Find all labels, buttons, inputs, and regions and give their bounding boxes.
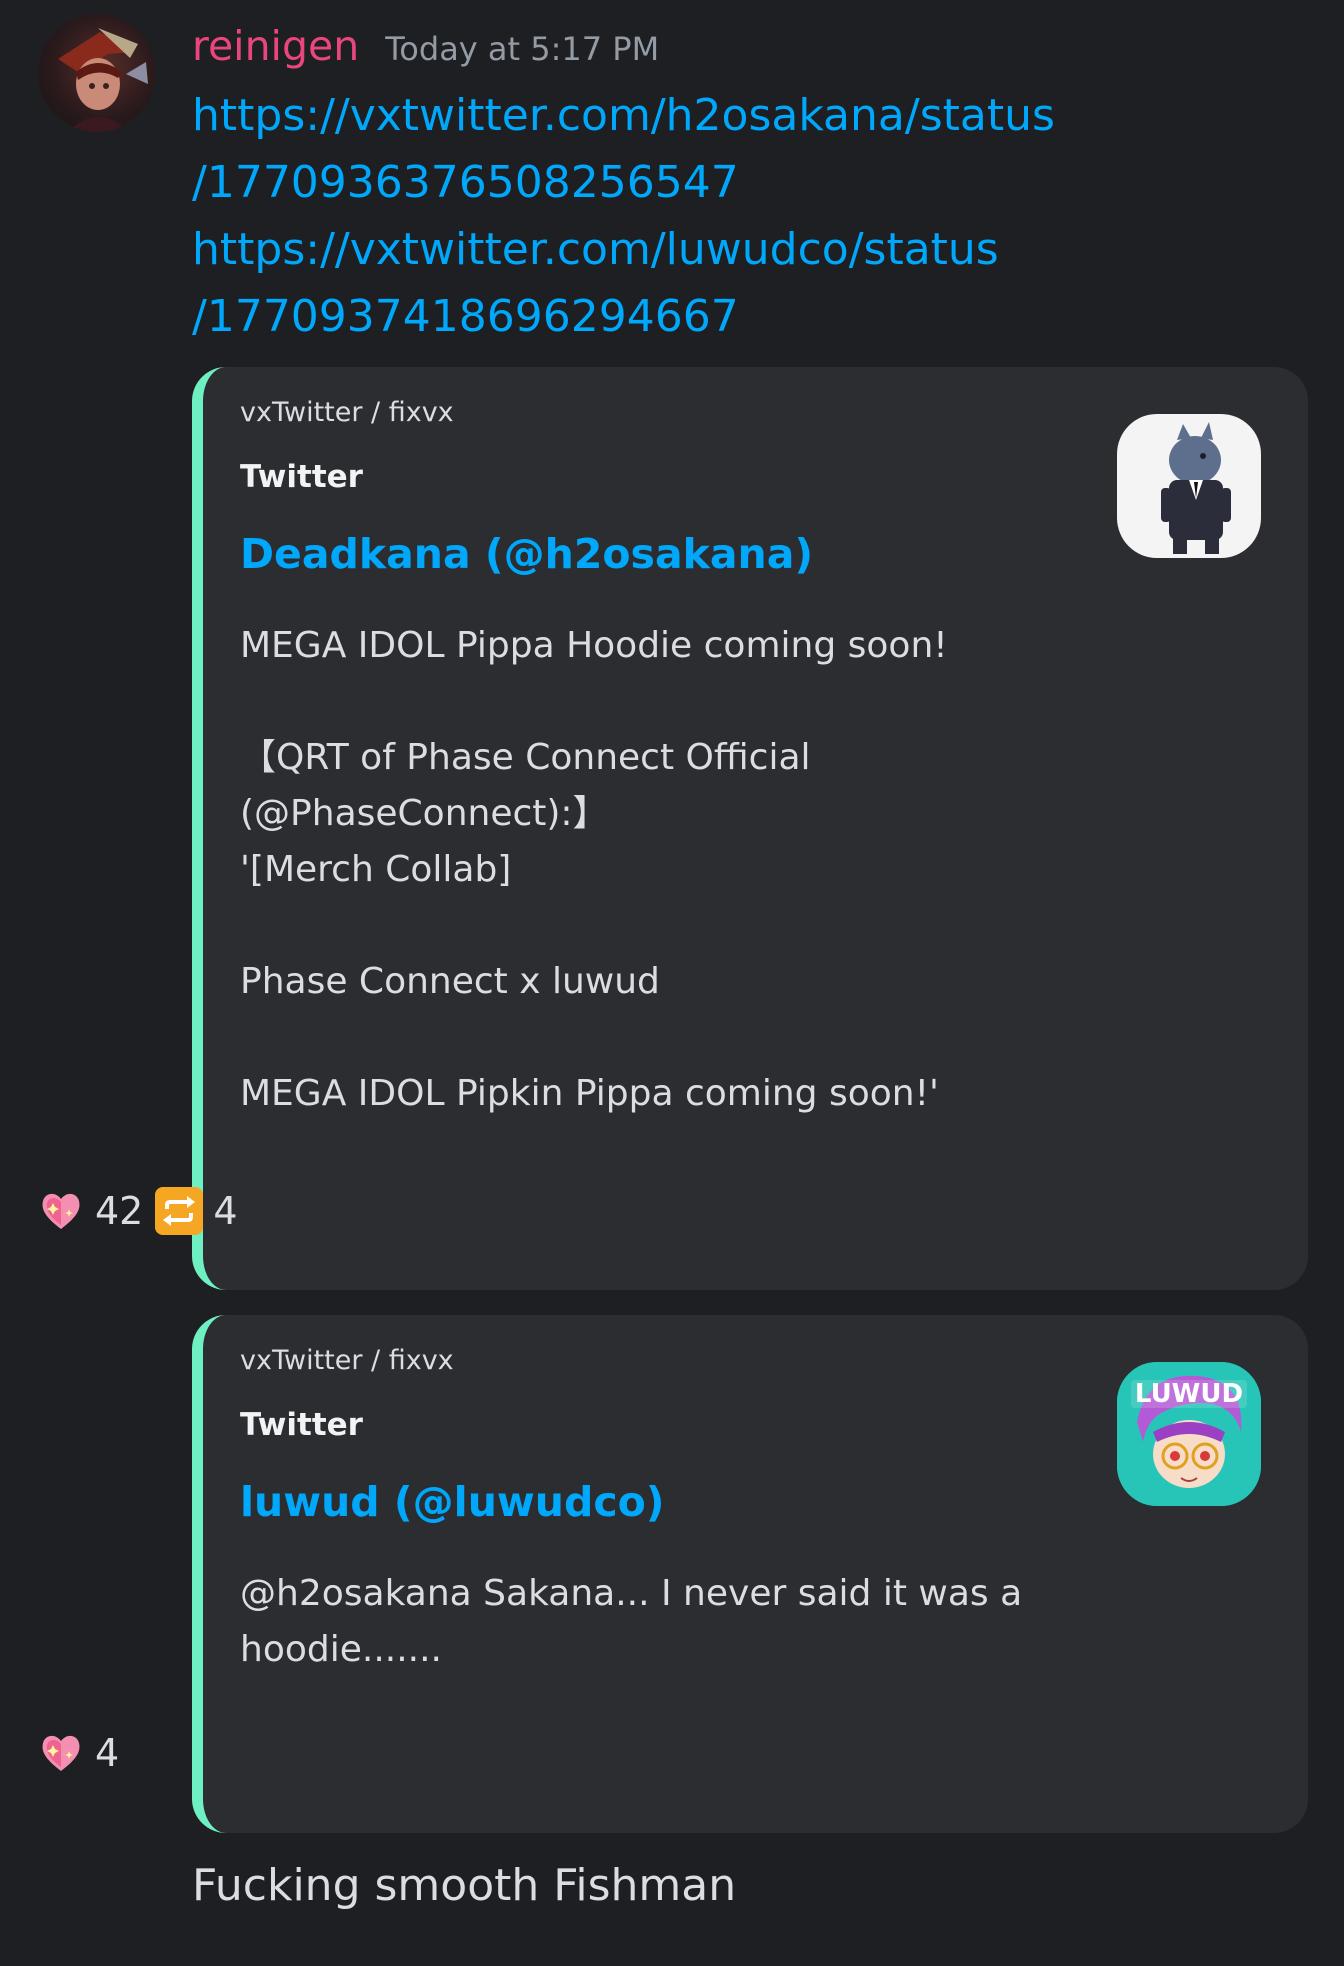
embed-line-6: MEGA IDOL Pipkin Pippa coming soon!': [240, 1073, 939, 1114]
embed-line-5: Phase Connect x luwud: [240, 961, 660, 1002]
timestamp[interactable]: Today at 5:17 PM: [385, 30, 659, 68]
embed-stats-2: 4: [37, 1729, 119, 1777]
message-header: reinigen Today at 5:17 PM: [192, 22, 659, 78]
embed-description: MEGA IDOL Pippa Hoodie coming soon! 【QRT…: [240, 618, 1140, 1122]
user-avatar[interactable]: [38, 14, 156, 132]
embed-blank-line: [240, 898, 1140, 954]
likes-count: 42: [95, 1189, 144, 1233]
embed-blank-line: [240, 674, 1140, 730]
embed-author[interactable]: Deadkana (@h2osakana): [240, 530, 813, 578]
sparkling-heart-icon: [42, 1735, 80, 1771]
embed-site: Twitter: [240, 459, 363, 495]
embed-line-4: '[Merch Collab]: [240, 849, 512, 890]
retweet-icon: [155, 1187, 204, 1235]
link-line-1[interactable]: https://vxtwitter.com/h2osakana/status: [192, 82, 1312, 149]
message-links: https://vxtwitter.com/h2osakana/status /…: [192, 82, 1312, 350]
link-line-3[interactable]: https://vxtwitter.com/luwudco/status: [192, 216, 1312, 283]
avatar-image: [58, 28, 148, 132]
username[interactable]: reinigen: [192, 22, 359, 70]
embed-line-1: @h2osakana Sakana... I never said it was…: [240, 1573, 1023, 1614]
embed-blank-line: [240, 1010, 1140, 1066]
embed-description: @h2osakana Sakana... I never said it was…: [240, 1566, 1140, 1678]
retweets-count: 4: [213, 1189, 238, 1233]
twitter-embed-2: vxTwitter / fixvx Twitter luwud (@luwudc…: [192, 1315, 1308, 1833]
link-line-2[interactable]: /1770936376508256547: [192, 149, 1312, 216]
embed-thumbnail[interactable]: LUWUD: [1117, 1362, 1261, 1506]
embed-line-1: MEGA IDOL Pippa Hoodie coming soon!: [240, 625, 948, 666]
likes-count: 4: [95, 1731, 120, 1775]
embed-thumbnail[interactable]: [1117, 414, 1261, 558]
luwud-avatar-image: LUWUD: [1117, 1362, 1261, 1506]
embed-line-2: 【QRT of Phase Connect Official: [240, 737, 811, 778]
sparkling-heart-icon: [42, 1193, 80, 1229]
embed-author[interactable]: luwud (@luwudco): [240, 1478, 665, 1526]
embed-line-2: hoodie.......: [240, 1629, 442, 1670]
embed-stats-1: 42 4: [37, 1187, 238, 1235]
twitter-embed-1: vxTwitter / fixvx Twitter Deadkana (@h2o…: [192, 367, 1308, 1290]
embed-provider[interactable]: vxTwitter / fixvx: [240, 397, 454, 428]
embed-line-3: (@PhaseConnect):】: [240, 793, 609, 834]
link-line-4[interactable]: /1770937418696294667: [192, 283, 1312, 350]
chat-message: reinigen Today at 5:17 PM https://vxtwit…: [0, 0, 1344, 1966]
embed-provider[interactable]: vxTwitter / fixvx: [240, 1345, 454, 1376]
thumb-logo-text: LUWUD: [1135, 1379, 1243, 1409]
embed-site: Twitter: [240, 1407, 363, 1443]
fishman-avatar-image: [1161, 422, 1231, 554]
message-text: Fucking smooth Fishman: [192, 1860, 737, 1911]
